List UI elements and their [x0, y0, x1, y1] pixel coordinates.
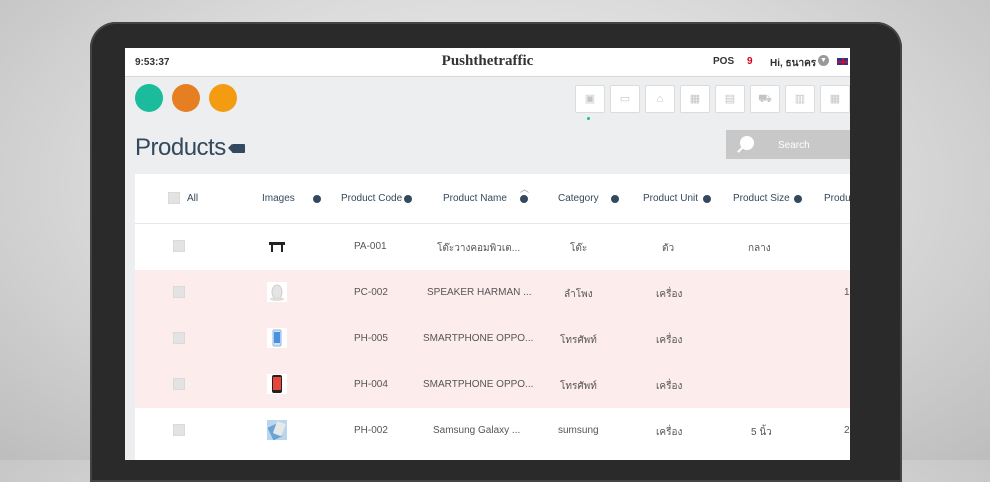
sort-icon[interactable]: [794, 195, 802, 203]
product-name: SMARTPHONE OPPO...: [423, 379, 534, 390]
products-table: All Images Product Code Product Name ︿ C…: [135, 174, 850, 460]
row-checkbox[interactable]: [173, 286, 185, 298]
col-header-all[interactable]: All: [187, 193, 198, 204]
box-icon[interactable]: ▣: [575, 85, 605, 113]
product-name: SPEAKER HARMAN ...: [427, 287, 532, 298]
product-unit: เครื่อง: [656, 427, 683, 438]
sort-icon[interactable]: [404, 195, 412, 203]
product-extra: 1: [844, 287, 850, 298]
col-header-images[interactable]: Images: [262, 193, 295, 204]
tag-icon[interactable]: [228, 144, 245, 153]
product-unit: เครื่อง: [656, 381, 683, 392]
uk-flag-icon[interactable]: [837, 58, 848, 65]
card-icon[interactable]: ▭: [610, 85, 640, 113]
product-size: 5 นิ้ว: [751, 427, 772, 438]
product-name: Samsung Galaxy ...: [433, 425, 521, 436]
category: ลำโพง: [564, 289, 593, 300]
category: sumsung: [558, 425, 599, 436]
search-label: Search: [778, 140, 810, 151]
page-title: Products: [135, 134, 226, 161]
search-button[interactable]: Search: [726, 130, 850, 159]
col-header-product-size[interactable]: Product Size: [733, 193, 790, 204]
teal-circle-button[interactable]: [135, 84, 163, 112]
product-unit: เครื่อง: [656, 335, 683, 346]
product-name: โต๊ะวางคอมพิวเต...: [437, 243, 521, 254]
product-size: กลาง: [748, 243, 771, 254]
cart-icon[interactable]: ⛟: [750, 85, 780, 113]
sort-icon[interactable]: [313, 195, 321, 203]
product-code: PA-001: [354, 241, 387, 252]
sort-asc-icon[interactable]: ︿: [520, 182, 529, 195]
col-header-product-more[interactable]: Produ: [824, 193, 850, 204]
phone-image: [267, 420, 287, 441]
table-header: All Images Product Code Product Name ︿ C…: [135, 174, 850, 224]
col-header-product-unit[interactable]: Product Unit: [643, 193, 698, 204]
phone-image: [267, 374, 287, 394]
chevron-down-icon[interactable]: ▼: [818, 55, 829, 66]
columns-icon[interactable]: ▥: [785, 85, 815, 113]
sort-icon[interactable]: [703, 195, 711, 203]
product-code: PH-004: [354, 379, 388, 390]
product-extra: 2: [844, 425, 850, 436]
amber-circle-button[interactable]: [209, 84, 237, 112]
search-icon: [740, 136, 754, 150]
col-header-category[interactable]: Category: [558, 193, 599, 204]
table-row[interactable]: PH-005 SMARTPHONE OPPO... โทรศัพท์ เครื่…: [135, 316, 850, 362]
row-checkbox[interactable]: [173, 240, 185, 252]
app-screen: 9:53:37 Pushthetraffic POS 9 Hi, ธนาคร ▼…: [125, 48, 850, 460]
table-row[interactable]: PC-002 SPEAKER HARMAN ... ลำโพง เครื่อง …: [135, 270, 850, 316]
sort-icon[interactable]: [520, 195, 528, 203]
row-checkbox[interactable]: [173, 378, 185, 390]
delivery-icon[interactable]: ⌂: [645, 85, 675, 113]
category: โต๊ะ: [570, 243, 588, 254]
document-icon[interactable]: ▤: [715, 85, 745, 113]
top-bar: 9:53:37 Pushthetraffic POS 9 Hi, ธนาคร ▼: [125, 48, 850, 77]
product-unit: เครื่อง: [656, 289, 683, 300]
sort-icon[interactable]: [611, 195, 619, 203]
pos-link[interactable]: POS: [713, 56, 734, 67]
row-checkbox[interactable]: [173, 424, 185, 436]
category: โทรศัพท์: [560, 335, 597, 346]
speaker-image: [267, 282, 287, 302]
pos-count-badge: 9: [747, 56, 753, 67]
category: โทรศัพท์: [560, 381, 597, 392]
table-row[interactable]: PH-004 SMARTPHONE OPPO... โทรศัพท์ เครื่…: [135, 362, 850, 408]
product-unit: ตัว: [662, 243, 675, 254]
select-all-checkbox[interactable]: [168, 192, 180, 204]
brand-logo[interactable]: Pushthetraffic: [125, 53, 850, 70]
col-header-product-code[interactable]: Product Code: [341, 193, 402, 204]
product-code: PC-002: [354, 287, 388, 298]
grid-icon[interactable]: ▦: [820, 85, 850, 113]
table-row[interactable]: PA-001 โต๊ะวางคอมพิวเต... โต๊ะ ตัว กลาง: [135, 224, 850, 270]
user-greeting[interactable]: Hi, ธนาคร: [770, 56, 816, 71]
desk-image: [269, 242, 285, 252]
col-header-product-name[interactable]: Product Name: [443, 193, 507, 204]
product-code: PH-002: [354, 425, 388, 436]
phone-image: [267, 328, 287, 348]
row-checkbox[interactable]: [173, 332, 185, 344]
product-code: PH-005: [354, 333, 388, 344]
product-name: SMARTPHONE OPPO...: [423, 333, 534, 344]
calendar-icon[interactable]: ▦: [680, 85, 710, 113]
table-row[interactable]: PH-002 Samsung Galaxy ... sumsung เครื่อ…: [135, 408, 850, 454]
orange-circle-button[interactable]: [172, 84, 200, 112]
active-tool-indicator: [587, 117, 590, 120]
